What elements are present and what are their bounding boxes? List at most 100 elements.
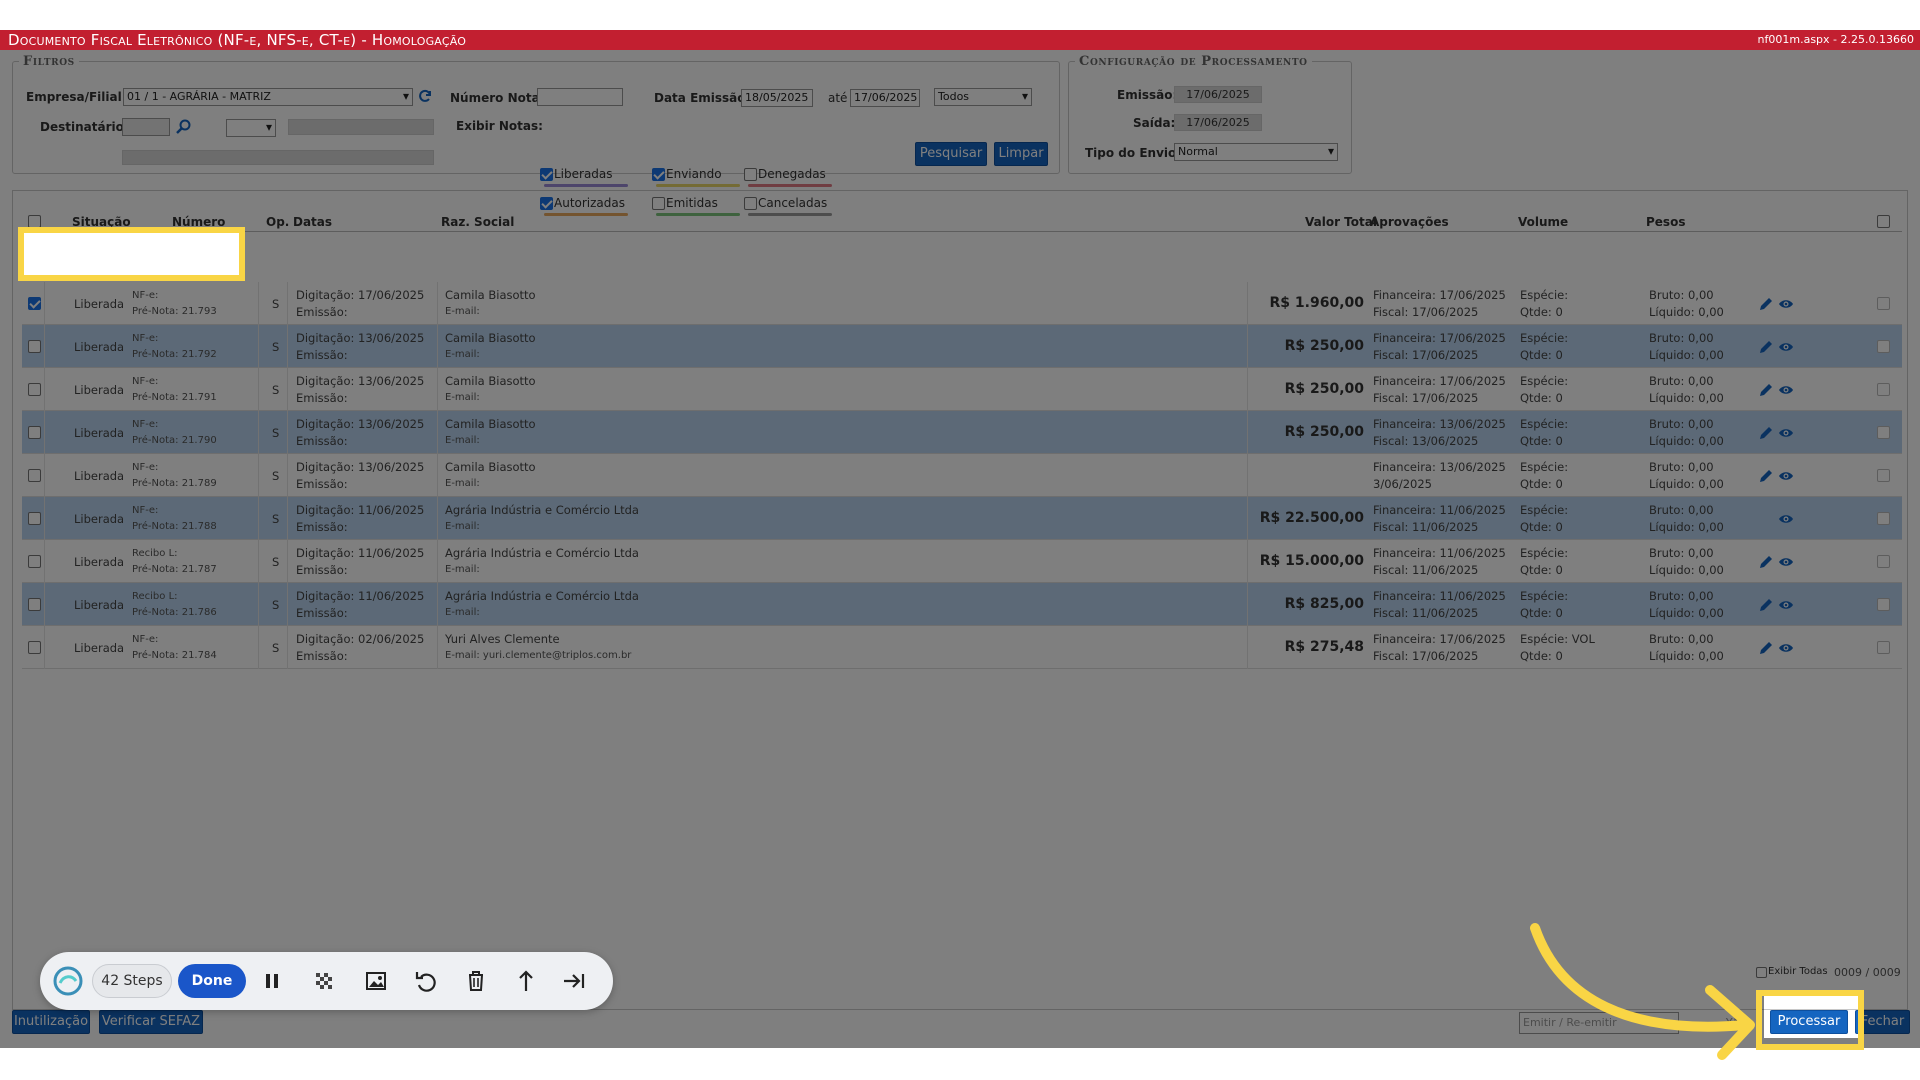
table-row[interactable]: Liberada Recibo L: Pré-Nota: 21.787 S Digita… — [22, 540, 1902, 583]
edit-icon[interactable] — [1758, 425, 1774, 441]
row-checkbox[interactable] — [28, 426, 41, 439]
image-icon[interactable] — [360, 965, 392, 997]
search-icon[interactable] — [176, 119, 192, 135]
table-row[interactable]: Liberada NF-e: Pré-Nota: 21.788 S Digitação:… — [22, 497, 1902, 540]
col-pesos[interactable]: Pesos — [1646, 215, 1685, 229]
col-valor[interactable]: Valor Total — [1305, 215, 1377, 229]
upload-icon[interactable] — [510, 965, 542, 997]
row-valor: R$ 1.960,00 — [1269, 295, 1364, 311]
row-op: S — [272, 469, 280, 483]
processar-button[interactable]: Processar — [1770, 1010, 1848, 1034]
delete-icon[interactable] — [460, 965, 492, 997]
row-checkbox[interactable] — [28, 297, 41, 310]
numero-nota-input[interactable] — [537, 88, 623, 106]
filter-checkbox-denegadas[interactable] — [744, 168, 757, 181]
view-icon[interactable] — [1778, 511, 1794, 527]
view-icon[interactable] — [1778, 640, 1794, 656]
view-icon[interactable] — [1778, 296, 1794, 312]
destinatario-type-select[interactable] — [226, 119, 276, 137]
row-email: E-mail: — [445, 478, 480, 489]
table-row[interactable]: Liberada NF-e: Pré-Nota: 21.792 S Digitação:… — [22, 325, 1902, 368]
row-right-checkbox[interactable] — [1877, 512, 1890, 525]
table-row[interactable]: Liberada NF-e: Pré-Nota: 21.789 S Digitação:… — [22, 454, 1902, 497]
blur-icon[interactable] — [308, 965, 340, 997]
row-checkbox[interactable] — [28, 641, 41, 654]
row-especie: Espécie: — [1520, 503, 1569, 517]
col-volume[interactable]: Volume — [1518, 215, 1568, 229]
edit-icon[interactable] — [1758, 382, 1774, 398]
row-checkbox[interactable] — [28, 340, 41, 353]
row-liquido: Líquido: 0,00 — [1649, 563, 1724, 577]
row-checkbox[interactable] — [28, 469, 41, 482]
edit-icon[interactable] — [1758, 468, 1774, 484]
row-razao: Camila Biasotto — [445, 417, 536, 431]
row-emissao: Emissão: — [296, 606, 348, 620]
edit-icon[interactable] — [1758, 554, 1774, 570]
table-row[interactable]: Liberada NF-e: Pré-Nota: 21.793 S Digitação:… — [22, 282, 1902, 325]
table-row[interactable]: Liberada NF-e: Pré-Nota: 21.790 S Digitação:… — [22, 411, 1902, 454]
table-row[interactable]: Liberada NF-e: Pré-Nota: 21.784 S Digitação:… — [22, 626, 1902, 669]
select-all-checkbox[interactable] — [28, 215, 41, 228]
col-situacao[interactable]: Situação — [72, 215, 131, 229]
col-numero[interactable]: Número — [172, 215, 225, 229]
pesquisar-button[interactable]: Pesquisar — [915, 142, 987, 166]
col-datas[interactable]: Datas — [293, 215, 332, 229]
refresh-icon[interactable] — [417, 88, 433, 104]
row-right-checkbox[interactable] — [1877, 641, 1890, 654]
row-right-checkbox[interactable] — [1877, 555, 1890, 568]
view-icon[interactable] — [1778, 425, 1794, 441]
row-right-checkbox[interactable] — [1877, 469, 1890, 482]
row-right-checkbox[interactable] — [1877, 598, 1890, 611]
row-checkbox[interactable] — [28, 383, 41, 396]
select-all-right-checkbox[interactable] — [1877, 215, 1890, 228]
undo-icon[interactable] — [410, 965, 442, 997]
edit-icon[interactable] — [1758, 640, 1774, 656]
view-icon[interactable] — [1778, 382, 1794, 398]
row-liquido: Líquido: 0,00 — [1649, 477, 1724, 491]
fechar-button[interactable]: Fechar — [1855, 1010, 1910, 1034]
limpar-button[interactable]: Limpar — [994, 142, 1048, 166]
view-icon[interactable] — [1778, 597, 1794, 613]
row-right-checkbox[interactable] — [1877, 426, 1890, 439]
tipo-envio-select[interactable]: Normal — [1174, 143, 1338, 161]
row-checkbox[interactable] — [28, 512, 41, 525]
row-emissao: Emissão: — [296, 563, 348, 577]
col-razao[interactable]: Raz. Social — [441, 215, 514, 229]
col-op[interactable]: Op. — [266, 215, 289, 229]
exibir-todas-checkbox[interactable] — [1756, 967, 1767, 978]
row-razao: Yuri Alves Clemente — [445, 632, 560, 646]
row-fiscal: 3/06/2025 — [1373, 477, 1432, 491]
emissao-value: 17/06/2025 — [1174, 86, 1262, 103]
table-row[interactable]: Liberada NF-e: Pré-Nota: 21.791 S Digitação:… — [22, 368, 1902, 411]
tipo-envio-label: Tipo do Envio: — [1085, 146, 1182, 160]
pause-icon[interactable] — [256, 965, 288, 997]
data-emissao-ate-input[interactable]: 17/06/2025 — [850, 89, 920, 107]
emitir-input[interactable]: Emitir / Re-emitir — [1519, 1012, 1679, 1034]
row-situacao: Liberada — [74, 512, 125, 526]
config-legend: Configuração de Processamento — [1079, 54, 1308, 69]
filter-checkbox-liberadas[interactable] — [540, 168, 553, 181]
row-right-checkbox[interactable] — [1877, 340, 1890, 353]
view-icon[interactable] — [1778, 468, 1794, 484]
view-icon[interactable] — [1778, 339, 1794, 355]
empresa-select[interactable]: 01 / 1 - AGRÁRIA - MATRIZ — [123, 88, 413, 106]
view-icon[interactable] — [1778, 554, 1794, 570]
edit-icon[interactable] — [1758, 339, 1774, 355]
row-right-checkbox[interactable] — [1877, 383, 1890, 396]
data-emissao-de-input[interactable]: 18/05/2025 — [741, 89, 813, 107]
verificar-sefaz-button[interactable]: Verificar SEFAZ — [99, 1010, 203, 1034]
filter-checkbox-enviando[interactable] — [652, 168, 665, 181]
row-checkbox[interactable] — [28, 598, 41, 611]
inutilizacao-button[interactable]: Inutilização — [12, 1010, 90, 1034]
done-button[interactable]: Done — [178, 964, 246, 998]
table-row[interactable]: Liberada Recibo L: Pré-Nota: 21.786 S Digita… — [22, 583, 1902, 626]
edit-icon[interactable] — [1758, 296, 1774, 312]
numero-nota-label: Número Nota: — [450, 91, 545, 105]
row-right-checkbox[interactable] — [1877, 297, 1890, 310]
destinatario-code-input[interactable] — [122, 118, 170, 136]
edit-icon[interactable] — [1758, 597, 1774, 613]
row-checkbox[interactable] — [28, 555, 41, 568]
skip-to-end-icon[interactable] — [558, 965, 590, 997]
col-aprovacoes[interactable]: Aprovações — [1370, 215, 1449, 229]
periodo-select[interactable]: Todos — [934, 88, 1032, 106]
